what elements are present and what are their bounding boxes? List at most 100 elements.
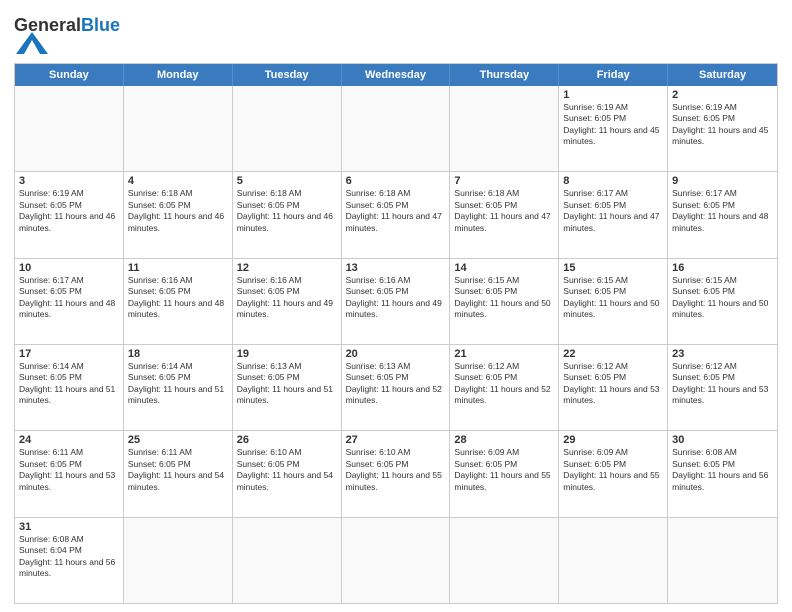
calendar-cell: 19Sunrise: 6:13 AMSunset: 6:05 PMDayligh… bbox=[233, 345, 342, 430]
day-info: Sunrise: 6:18 AMSunset: 6:05 PMDaylight:… bbox=[237, 188, 337, 234]
calendar-cell bbox=[450, 86, 559, 171]
calendar-cell: 2Sunrise: 6:19 AMSunset: 6:05 PMDaylight… bbox=[668, 86, 777, 171]
day-number: 5 bbox=[237, 175, 337, 187]
logo-blue: Blue bbox=[81, 15, 120, 35]
day-number: 25 bbox=[128, 434, 228, 446]
day-number: 3 bbox=[19, 175, 119, 187]
day-info: Sunrise: 6:19 AMSunset: 6:05 PMDaylight:… bbox=[563, 102, 663, 148]
calendar-cell: 12Sunrise: 6:16 AMSunset: 6:05 PMDayligh… bbox=[233, 259, 342, 344]
calendar-cell bbox=[233, 518, 342, 603]
calendar-row-0: 1Sunrise: 6:19 AMSunset: 6:05 PMDaylight… bbox=[15, 86, 777, 171]
weekday-header-wednesday: Wednesday bbox=[342, 64, 451, 86]
weekday-header-sunday: Sunday bbox=[15, 64, 124, 86]
calendar-cell: 20Sunrise: 6:13 AMSunset: 6:05 PMDayligh… bbox=[342, 345, 451, 430]
calendar-cell: 7Sunrise: 6:18 AMSunset: 6:05 PMDaylight… bbox=[450, 172, 559, 257]
page-header: GeneralBlue bbox=[14, 12, 778, 59]
calendar-cell: 17Sunrise: 6:14 AMSunset: 6:05 PMDayligh… bbox=[15, 345, 124, 430]
day-info: Sunrise: 6:17 AMSunset: 6:05 PMDaylight:… bbox=[19, 275, 119, 321]
day-number: 1 bbox=[563, 89, 663, 101]
calendar-cell: 4Sunrise: 6:18 AMSunset: 6:05 PMDaylight… bbox=[124, 172, 233, 257]
day-info: Sunrise: 6:08 AMSunset: 6:04 PMDaylight:… bbox=[19, 534, 119, 580]
day-info: Sunrise: 6:10 AMSunset: 6:05 PMDaylight:… bbox=[346, 447, 446, 493]
day-number: 8 bbox=[563, 175, 663, 187]
day-info: Sunrise: 6:19 AMSunset: 6:05 PMDaylight:… bbox=[19, 188, 119, 234]
day-number: 12 bbox=[237, 262, 337, 274]
weekday-header-tuesday: Tuesday bbox=[233, 64, 342, 86]
calendar-cell: 25Sunrise: 6:11 AMSunset: 6:05 PMDayligh… bbox=[124, 431, 233, 516]
calendar-cell: 24Sunrise: 6:11 AMSunset: 6:05 PMDayligh… bbox=[15, 431, 124, 516]
day-info: Sunrise: 6:18 AMSunset: 6:05 PMDaylight:… bbox=[128, 188, 228, 234]
day-number: 30 bbox=[672, 434, 773, 446]
day-number: 14 bbox=[454, 262, 554, 274]
day-number: 10 bbox=[19, 262, 119, 274]
calendar-cell: 26Sunrise: 6:10 AMSunset: 6:05 PMDayligh… bbox=[233, 431, 342, 516]
calendar-cell: 16Sunrise: 6:15 AMSunset: 6:05 PMDayligh… bbox=[668, 259, 777, 344]
day-info: Sunrise: 6:16 AMSunset: 6:05 PMDaylight:… bbox=[128, 275, 228, 321]
calendar-cell bbox=[559, 518, 668, 603]
day-info: Sunrise: 6:12 AMSunset: 6:05 PMDaylight:… bbox=[454, 361, 554, 407]
day-number: 23 bbox=[672, 348, 773, 360]
day-info: Sunrise: 6:18 AMSunset: 6:05 PMDaylight:… bbox=[454, 188, 554, 234]
day-info: Sunrise: 6:18 AMSunset: 6:05 PMDaylight:… bbox=[346, 188, 446, 234]
day-number: 13 bbox=[346, 262, 446, 274]
day-number: 4 bbox=[128, 175, 228, 187]
day-info: Sunrise: 6:15 AMSunset: 6:05 PMDaylight:… bbox=[563, 275, 663, 321]
day-number: 9 bbox=[672, 175, 773, 187]
calendar-cell bbox=[233, 86, 342, 171]
day-info: Sunrise: 6:11 AMSunset: 6:05 PMDaylight:… bbox=[19, 447, 119, 493]
logo-icon bbox=[16, 32, 48, 54]
day-info: Sunrise: 6:10 AMSunset: 6:05 PMDaylight:… bbox=[237, 447, 337, 493]
day-number: 2 bbox=[672, 89, 773, 101]
day-number: 16 bbox=[672, 262, 773, 274]
weekday-header-monday: Monday bbox=[124, 64, 233, 86]
calendar-cell: 21Sunrise: 6:12 AMSunset: 6:05 PMDayligh… bbox=[450, 345, 559, 430]
day-info: Sunrise: 6:09 AMSunset: 6:05 PMDaylight:… bbox=[563, 447, 663, 493]
day-number: 28 bbox=[454, 434, 554, 446]
calendar-row-3: 17Sunrise: 6:14 AMSunset: 6:05 PMDayligh… bbox=[15, 344, 777, 430]
calendar-cell: 11Sunrise: 6:16 AMSunset: 6:05 PMDayligh… bbox=[124, 259, 233, 344]
calendar-cell: 29Sunrise: 6:09 AMSunset: 6:05 PMDayligh… bbox=[559, 431, 668, 516]
calendar-cell: 27Sunrise: 6:10 AMSunset: 6:05 PMDayligh… bbox=[342, 431, 451, 516]
weekday-header-thursday: Thursday bbox=[450, 64, 559, 86]
calendar-cell bbox=[124, 86, 233, 171]
day-number: 31 bbox=[19, 521, 119, 533]
day-info: Sunrise: 6:11 AMSunset: 6:05 PMDaylight:… bbox=[128, 447, 228, 493]
day-number: 7 bbox=[454, 175, 554, 187]
day-number: 11 bbox=[128, 262, 228, 274]
calendar-cell: 5Sunrise: 6:18 AMSunset: 6:05 PMDaylight… bbox=[233, 172, 342, 257]
calendar-cell: 15Sunrise: 6:15 AMSunset: 6:05 PMDayligh… bbox=[559, 259, 668, 344]
calendar-cell: 14Sunrise: 6:15 AMSunset: 6:05 PMDayligh… bbox=[450, 259, 559, 344]
day-number: 29 bbox=[563, 434, 663, 446]
calendar-cell: 31Sunrise: 6:08 AMSunset: 6:04 PMDayligh… bbox=[15, 518, 124, 603]
day-number: 26 bbox=[237, 434, 337, 446]
calendar-cell bbox=[342, 518, 451, 603]
day-number: 22 bbox=[563, 348, 663, 360]
day-info: Sunrise: 6:14 AMSunset: 6:05 PMDaylight:… bbox=[19, 361, 119, 407]
calendar-cell: 30Sunrise: 6:08 AMSunset: 6:05 PMDayligh… bbox=[668, 431, 777, 516]
calendar-cell: 18Sunrise: 6:14 AMSunset: 6:05 PMDayligh… bbox=[124, 345, 233, 430]
logo: GeneralBlue bbox=[14, 16, 120, 59]
calendar-cell: 3Sunrise: 6:19 AMSunset: 6:05 PMDaylight… bbox=[15, 172, 124, 257]
day-number: 17 bbox=[19, 348, 119, 360]
day-info: Sunrise: 6:09 AMSunset: 6:05 PMDaylight:… bbox=[454, 447, 554, 493]
day-info: Sunrise: 6:12 AMSunset: 6:05 PMDaylight:… bbox=[672, 361, 773, 407]
day-number: 24 bbox=[19, 434, 119, 446]
day-info: Sunrise: 6:17 AMSunset: 6:05 PMDaylight:… bbox=[563, 188, 663, 234]
day-info: Sunrise: 6:13 AMSunset: 6:05 PMDaylight:… bbox=[237, 361, 337, 407]
day-number: 6 bbox=[346, 175, 446, 187]
calendar-cell: 9Sunrise: 6:17 AMSunset: 6:05 PMDaylight… bbox=[668, 172, 777, 257]
calendar-cell: 6Sunrise: 6:18 AMSunset: 6:05 PMDaylight… bbox=[342, 172, 451, 257]
day-info: Sunrise: 6:19 AMSunset: 6:05 PMDaylight:… bbox=[672, 102, 773, 148]
day-info: Sunrise: 6:15 AMSunset: 6:05 PMDaylight:… bbox=[454, 275, 554, 321]
day-number: 15 bbox=[563, 262, 663, 274]
calendar-cell: 8Sunrise: 6:17 AMSunset: 6:05 PMDaylight… bbox=[559, 172, 668, 257]
day-number: 21 bbox=[454, 348, 554, 360]
day-info: Sunrise: 6:08 AMSunset: 6:05 PMDaylight:… bbox=[672, 447, 773, 493]
weekday-header-friday: Friday bbox=[559, 64, 668, 86]
calendar-row-5: 31Sunrise: 6:08 AMSunset: 6:04 PMDayligh… bbox=[15, 517, 777, 603]
calendar-row-1: 3Sunrise: 6:19 AMSunset: 6:05 PMDaylight… bbox=[15, 171, 777, 257]
calendar-cell: 22Sunrise: 6:12 AMSunset: 6:05 PMDayligh… bbox=[559, 345, 668, 430]
calendar: SundayMondayTuesdayWednesdayThursdayFrid… bbox=[14, 63, 778, 604]
day-info: Sunrise: 6:16 AMSunset: 6:05 PMDaylight:… bbox=[237, 275, 337, 321]
calendar-cell bbox=[124, 518, 233, 603]
